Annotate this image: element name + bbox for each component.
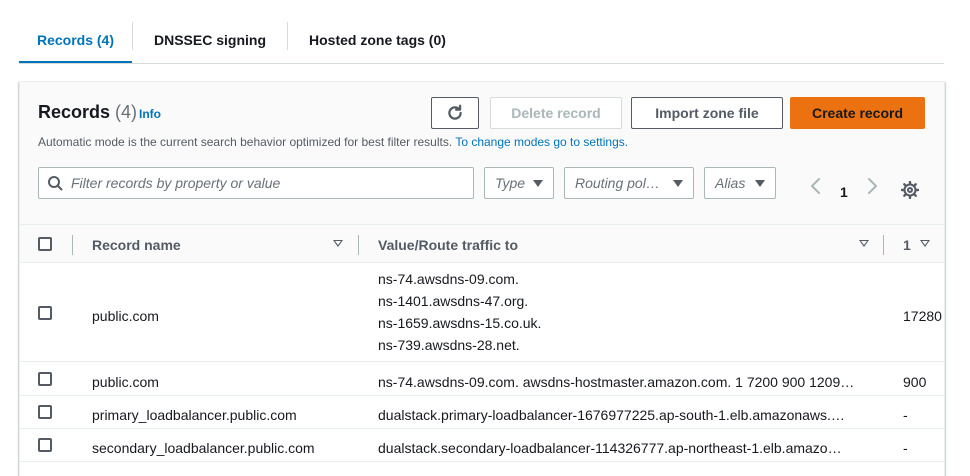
delete-record-button[interactable]: Delete record [490,97,622,129]
value-line: ns-739.awsdns-28.net. [378,337,520,353]
panel-header: Records (4) Info Automatic mode is the c… [20,82,944,225]
import-zone-file-button[interactable]: Import zone file [631,97,783,129]
column-divider [358,235,359,255]
records-panel: Records (4) Info Automatic mode is the c… [19,81,945,476]
record-name: public.com [92,308,159,324]
chevron-right-icon[interactable] [865,177,879,195]
sort-icon[interactable] [859,240,869,247]
tab-hosted-zone-tags[interactable]: Hosted zone tags (0) [288,16,467,64]
record-value: dualstack.secondary-loadbalancer-1143267… [378,440,842,456]
filter-records-input[interactable] [71,175,461,191]
refresh-icon [448,104,462,120]
change-modes-link[interactable]: To change modes go to settings. [455,135,628,149]
value-line: ns-1401.awsdns-47.org. [378,293,529,309]
value-line: ns-74.awsdns-09.com. [378,271,519,287]
record-name: public.com [92,374,159,390]
row-checkbox[interactable] [38,438,52,452]
select-all-checkbox[interactable] [38,237,52,251]
page-number[interactable]: 1 [840,184,848,200]
column-header-value[interactable]: Value/Route traffic to [378,237,518,253]
search-icon [39,175,71,191]
caret-down-icon [533,179,543,187]
record-ttl: 17280 [903,308,942,324]
record-ttl: - [903,407,908,423]
tab-records[interactable]: Records (4) [19,16,132,64]
row-checkbox[interactable] [38,372,52,386]
column-divider [883,235,884,255]
create-record-button[interactable]: Create record [790,97,925,129]
tab-bar: Records (4) DNSSEC signing Hosted zone t… [19,16,467,64]
caret-down-icon [673,179,683,187]
record-name: primary_loadbalancer.public.com [92,407,297,423]
table-row[interactable]: secondary_loadbalancer.public.com dualst… [20,429,944,462]
tab-dnssec-signing[interactable]: DNSSEC signing [133,16,287,64]
row-checkbox[interactable] [38,405,52,419]
record-value: ns-74.awsdns-09.com. ns-1401.awsdns-47.o… [378,268,541,356]
info-link[interactable]: Info [139,107,161,121]
table-row[interactable]: public.com ns-74.awsdns-09.com. ns-1401.… [20,263,944,362]
panel-title-text: Records [38,102,111,122]
record-count: (4) [115,102,138,122]
record-ttl: 900 [903,374,927,390]
record-value: ns-74.awsdns-09.com. awsdns-hostmaster.a… [378,374,855,390]
tabs-underline [19,63,944,64]
row-checkbox[interactable] [38,306,52,320]
value-line: ns-1659.awsdns-15.co.uk. [378,315,542,331]
column-divider [72,235,73,255]
routing-policy-select[interactable]: Routing pol… [564,167,694,199]
alias-select-value: Alias [715,175,746,191]
table-row[interactable]: primary_loadbalancer.public.com dualstac… [20,396,944,429]
table-header: Record name Value/Route traffic to 1 [20,225,944,263]
column-header-ttl[interactable]: 1 [903,237,911,253]
record-ttl: - [903,440,908,456]
record-name: secondary_loadbalancer.public.com [92,440,315,456]
caret-down-icon [755,179,765,187]
filter-records-field[interactable] [38,167,474,199]
description-text: Automatic mode is the current search beh… [38,135,453,149]
chevron-left-icon[interactable] [809,177,823,195]
refresh-button[interactable] [431,97,479,129]
routing-policy-select-value: Routing pol… [575,175,660,191]
sort-icon[interactable] [333,240,343,247]
record-value: dualstack.primary-loadbalancer-167697722… [378,407,845,423]
alias-select[interactable]: Alias [704,167,776,199]
column-header-record-name[interactable]: Record name [92,237,181,253]
gear-icon[interactable] [901,181,919,199]
type-select[interactable]: Type [484,167,554,199]
search-mode-description: Automatic mode is the current search beh… [38,135,628,149]
sort-icon[interactable] [920,240,930,247]
panel-title: Records (4) [38,102,137,123]
table-row[interactable]: public.com ns-74.awsdns-09.com. awsdns-h… [20,363,944,396]
type-select-value: Type [495,175,526,191]
